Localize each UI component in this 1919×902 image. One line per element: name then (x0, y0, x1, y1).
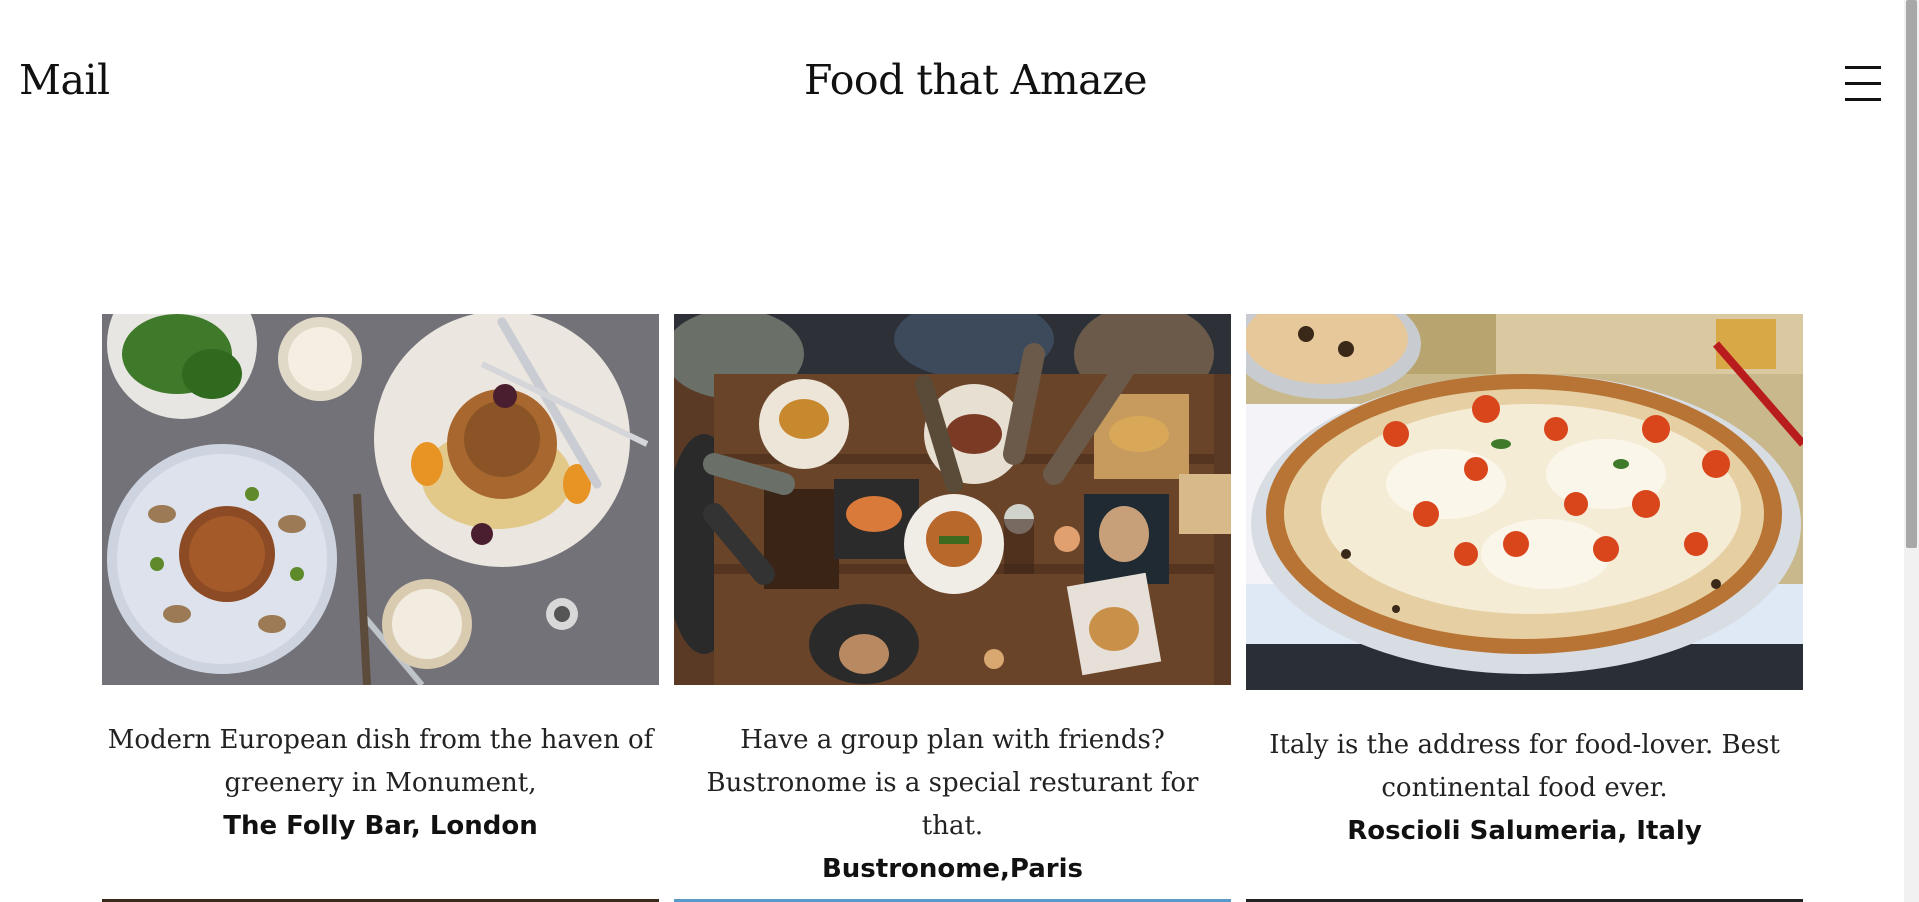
menu-bar (1845, 82, 1881, 85)
card-place[interactable]: Roscioli Salumeria, Italy (1246, 810, 1803, 853)
scrollbar-thumb[interactable] (1906, 0, 1917, 548)
food-card: Have a group plan with friends? Bustrono… (674, 314, 1231, 891)
card-place[interactable]: Bustronome,Paris (674, 848, 1231, 891)
page-title: Food that Amaze (804, 56, 1147, 104)
food-card: Modern European dish from the haven of g… (102, 314, 659, 848)
card-description: Have a group plan with friends? Bustrono… (706, 725, 1199, 841)
food-card: Italy is the address for food-lover. Bes… (1246, 314, 1803, 853)
menu-bar (1845, 98, 1881, 101)
page-scrollbar[interactable] (1904, 0, 1919, 902)
card-image-bustronome[interactable] (674, 314, 1231, 685)
card-description: Modern European dish from the haven of g… (107, 725, 654, 798)
hamburger-menu-icon[interactable] (1845, 66, 1881, 102)
menu-bar (1845, 66, 1881, 69)
card-description: Italy is the address for food-lover. Bes… (1269, 730, 1780, 803)
brand-link[interactable]: Mail (19, 50, 110, 110)
card-place[interactable]: The Folly Bar, London (102, 805, 659, 848)
card-image-roscioli[interactable] (1246, 314, 1803, 690)
card-image-folly-bar[interactable] (102, 314, 659, 685)
